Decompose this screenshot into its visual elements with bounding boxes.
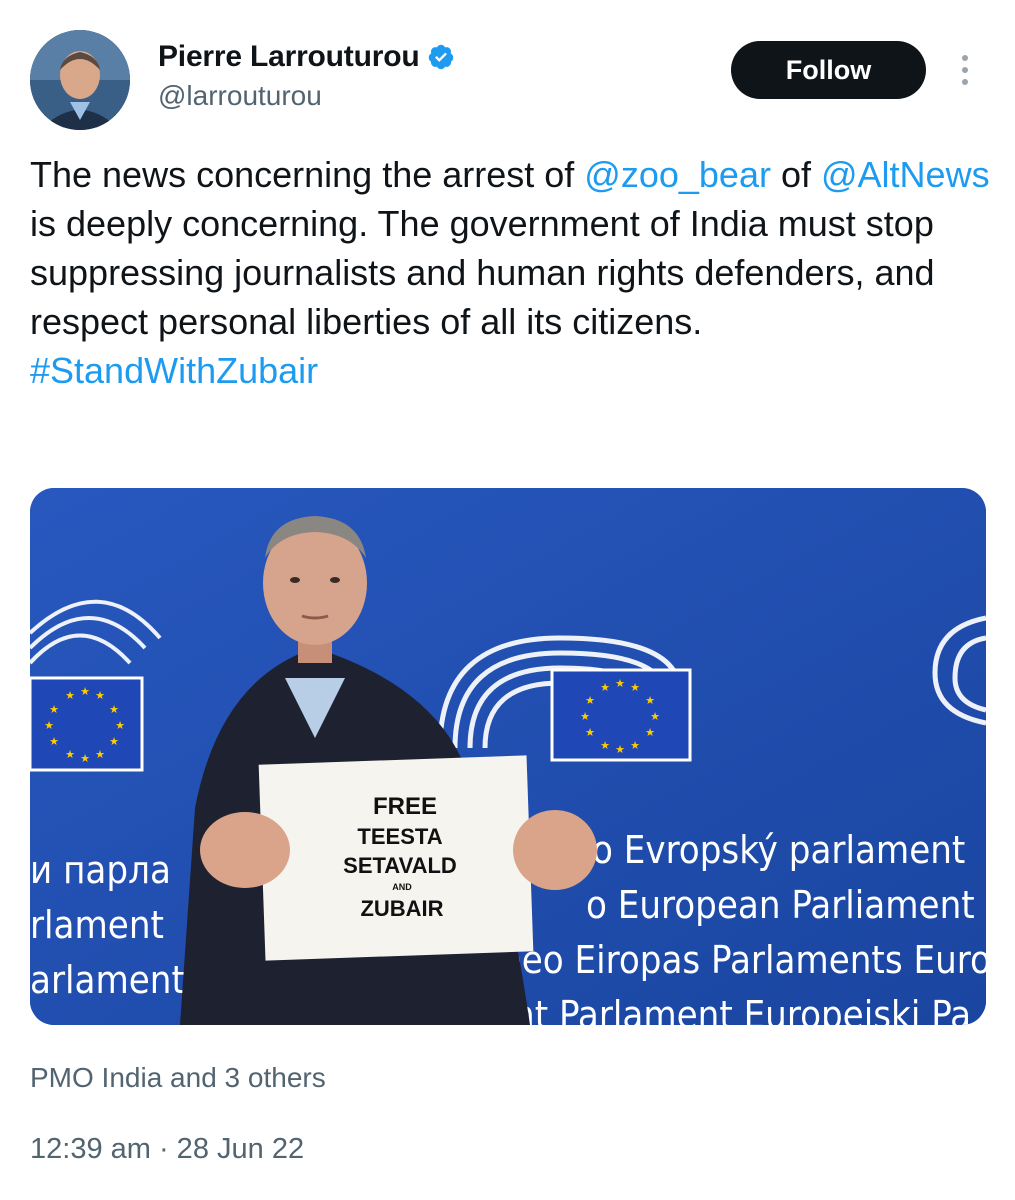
svg-text:★: ★ [600, 739, 610, 752]
svg-text:★: ★ [44, 719, 54, 732]
svg-text:★: ★ [109, 703, 119, 716]
svg-text:★: ★ [80, 685, 90, 698]
tweet-text-segment: of [770, 154, 821, 195]
tweet-text-segment: The news concerning the arrest of [30, 154, 585, 195]
svg-text:★: ★ [95, 689, 105, 702]
tweet-media-photo[interactable]: ★ ★ ★ ★ ★ ★ ★ ★ ★ ★ ★ ★ ★ ★ ★ ★ ★ ★ ★ ★ ★ ★ ★ ★ и парл… [30, 488, 986, 1025]
sign-text-line-3: SETAVALD [343, 853, 457, 878]
verified-badge-icon [429, 44, 454, 70]
svg-text:★: ★ [65, 689, 75, 702]
backdrop-text-right-2: o European Parliament [586, 883, 975, 927]
svg-text:★: ★ [585, 726, 595, 739]
svg-text:★: ★ [49, 703, 59, 716]
mention-link-altnews[interactable]: @AltNews [821, 154, 990, 195]
eu-flag-left: ★ ★ ★ ★ ★ ★ ★ ★ ★ ★ ★ ★ [30, 676, 144, 772]
backdrop-text-right-3: peo Eiropas Parlaments Europ [500, 938, 986, 982]
more-vertical-icon[interactable] [948, 50, 982, 90]
svg-text:★: ★ [645, 694, 655, 707]
svg-text:★: ★ [615, 743, 625, 756]
backdrop-text-left-2: rlament [30, 903, 164, 947]
svg-text:★: ★ [615, 677, 625, 690]
svg-text:★: ★ [600, 681, 610, 694]
backdrop-text-right-4: ent Parlament Europejski Pa [492, 993, 971, 1025]
author-name-row[interactable]: Pierre Larrouturou [158, 40, 455, 74]
svg-text:★: ★ [49, 735, 59, 748]
svg-text:★: ★ [650, 710, 660, 723]
svg-text:★: ★ [95, 748, 105, 761]
svg-text:★: ★ [585, 694, 595, 707]
svg-text:★: ★ [630, 739, 640, 752]
avatar-photo [30, 30, 130, 130]
eu-flag-center: ★ ★ ★ ★ ★ ★ ★ ★ ★ ★ ★ ★ [550, 668, 692, 762]
svg-text:★: ★ [80, 752, 90, 765]
sign-text-line-4: AND [392, 882, 412, 892]
photo-illustration: ★ ★ ★ ★ ★ ★ ★ ★ ★ ★ ★ ★ ★ ★ ★ ★ ★ ★ ★ ★ ★ ★ ★ ★ и парл… [30, 488, 986, 1025]
hashtag-link[interactable]: #StandWithZubair [30, 350, 318, 391]
svg-text:★: ★ [65, 748, 75, 761]
sign-text-line-1: FREE [373, 793, 437, 820]
sign-text-line-5: ZUBAIR [360, 896, 443, 921]
tweet-text-segment: is deeply concerning. The government of … [30, 203, 935, 342]
author-avatar[interactable] [30, 30, 130, 130]
mention-link-zoo-bear[interactable]: @zoo_bear [584, 154, 771, 195]
tweet-timestamp[interactable]: 12:39 am · 28 Jun 22 [30, 1133, 304, 1166]
svg-text:★: ★ [115, 719, 125, 732]
tweet-text: The news concerning the arrest of @zoo_b… [30, 150, 995, 395]
author-display-name[interactable]: Pierre Larrouturou [158, 40, 420, 74]
backdrop-text-right-1: o Evropský parlament [592, 828, 965, 872]
follow-button[interactable]: Follow [731, 41, 926, 99]
svg-text:★: ★ [630, 681, 640, 694]
svg-text:★: ★ [580, 710, 590, 723]
svg-text:★: ★ [645, 726, 655, 739]
sign-text-line-2: TEESTA [357, 824, 442, 849]
svg-text:★: ★ [109, 735, 119, 748]
author-handle[interactable]: @larrouturou [158, 80, 322, 112]
liked-by-text[interactable]: PMO India and 3 others [30, 1062, 326, 1094]
backdrop-text-left-1: и парла [30, 848, 171, 892]
protest-sign: FREE TEESTA SETAVALD AND ZUBAIR [258, 755, 534, 961]
